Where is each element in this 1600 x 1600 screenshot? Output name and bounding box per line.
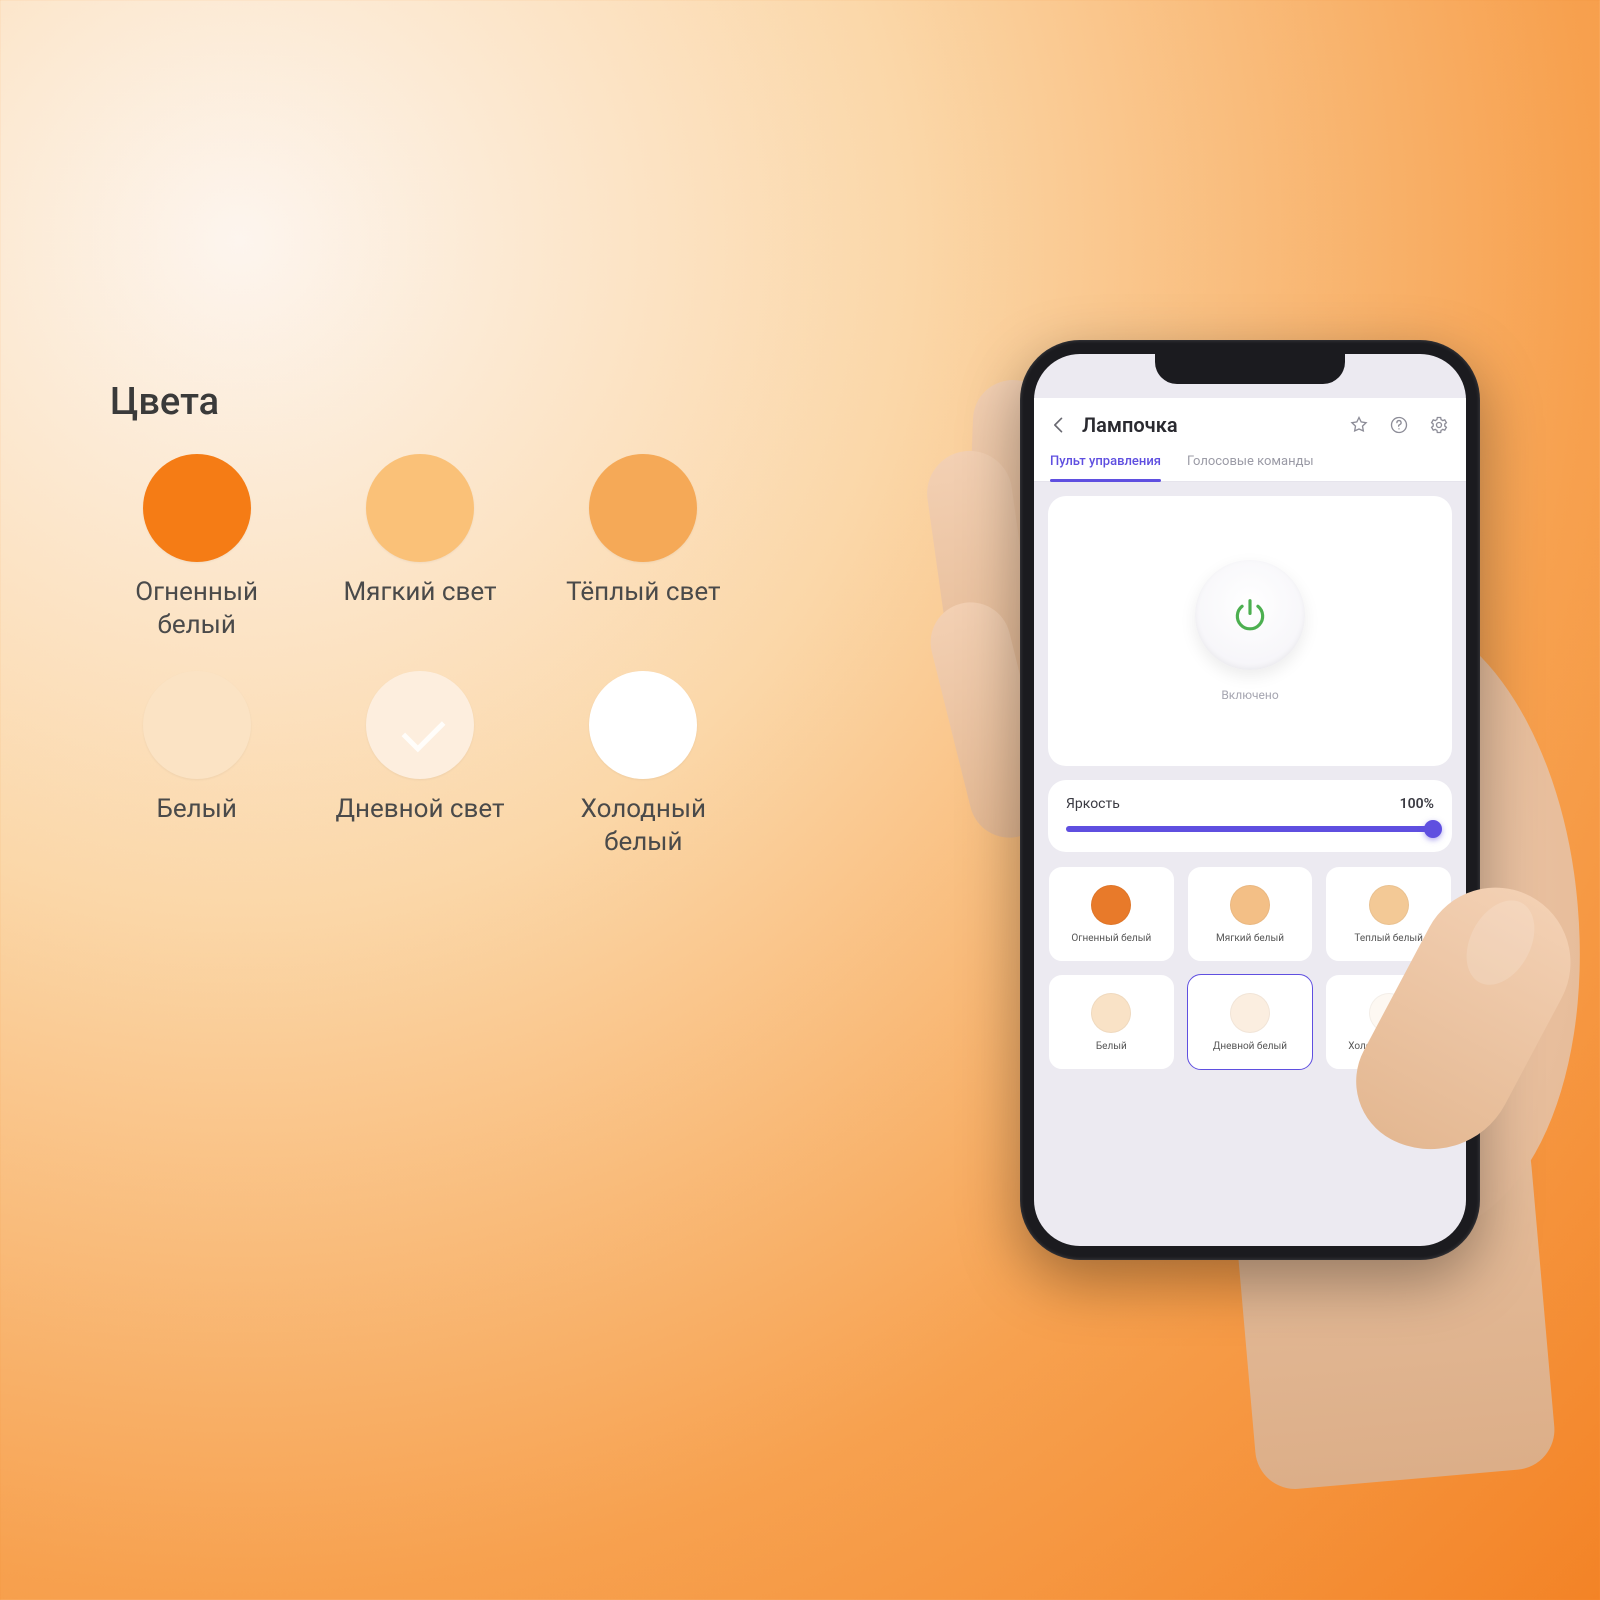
preset-label: Мягкий белый (1212, 933, 1288, 944)
swatch-white: Белый (110, 671, 283, 858)
help-icon (1389, 415, 1409, 435)
brightness-label: Яркость (1066, 796, 1120, 812)
app-title: Лампочка (1082, 413, 1338, 437)
palette-title: Цвета (110, 380, 730, 424)
swatch-circle (143, 671, 251, 779)
preset-dot (1091, 993, 1131, 1033)
tab-remote[interactable]: Пульт управления (1050, 446, 1161, 481)
brightness-card: Яркость 100% (1048, 780, 1452, 852)
swatch-warm-light: Тёплый свет (557, 454, 730, 641)
swatch-fire-white: Огненный белый (110, 454, 283, 641)
preset-label: Теплый белый (1350, 933, 1427, 944)
help-button[interactable] (1388, 414, 1410, 436)
tab-voice[interactable]: Голосовые команды (1187, 446, 1314, 481)
power-card: Включено (1048, 496, 1452, 766)
swatch-cold-white: Холодный белый (557, 671, 730, 858)
slider-fill (1066, 826, 1434, 832)
preset-white[interactable]: Белый (1048, 974, 1175, 1070)
swatch-label: Белый (156, 793, 236, 826)
swatch-label: Дневной свет (335, 793, 504, 826)
color-palette: Цвета Огненный белый Мягкий свет Тёплый … (110, 380, 730, 858)
swatch-grid: Огненный белый Мягкий свет Тёплый свет Б… (110, 454, 730, 858)
preset-dot (1230, 885, 1270, 925)
power-button[interactable] (1195, 560, 1305, 670)
preset-dot (1091, 885, 1131, 925)
hand-holding-phone: Лампочка Пульт управления (860, 300, 1580, 1400)
swatch-label: Огненный белый (110, 576, 283, 641)
preset-dot (1369, 885, 1409, 925)
preset-fire-white[interactable]: Огненный белый (1048, 866, 1175, 962)
settings-button[interactable] (1428, 414, 1450, 436)
swatch-label: Мягкий свет (343, 576, 496, 609)
power-status: Включено (1221, 688, 1278, 702)
swatch-circle (366, 454, 474, 562)
swatch-circle (366, 671, 474, 779)
preset-label: Дневной белый (1209, 1041, 1291, 1052)
preset-label: Белый (1092, 1041, 1131, 1052)
power-icon (1231, 596, 1269, 634)
slider-thumb[interactable] (1424, 820, 1442, 838)
preset-label: Огненный белый (1067, 933, 1155, 944)
arrow-left-icon (1049, 415, 1069, 435)
preset-dot (1230, 993, 1270, 1033)
swatch-label: Холодный белый (557, 793, 730, 858)
swatch-soft-light: Мягкий свет (333, 454, 506, 641)
app-header: Лампочка (1034, 398, 1466, 446)
favorite-button[interactable] (1348, 414, 1370, 436)
preset-daylight-white[interactable]: Дневной белый (1187, 974, 1314, 1070)
swatch-label: Тёплый свет (566, 576, 720, 609)
tab-bar: Пульт управления Голосовые команды (1034, 446, 1466, 482)
preset-soft-white[interactable]: Мягкий белый (1187, 866, 1314, 962)
brightness-value: 100% (1400, 796, 1434, 812)
back-button[interactable] (1046, 412, 1072, 438)
swatch-daylight: Дневной свет (333, 671, 506, 858)
swatch-circle (589, 454, 697, 562)
phone-notch (1155, 354, 1345, 384)
swatch-circle (589, 671, 697, 779)
gear-icon (1429, 415, 1449, 435)
brightness-slider[interactable] (1066, 826, 1434, 832)
swatch-circle (143, 454, 251, 562)
star-icon (1349, 415, 1369, 435)
